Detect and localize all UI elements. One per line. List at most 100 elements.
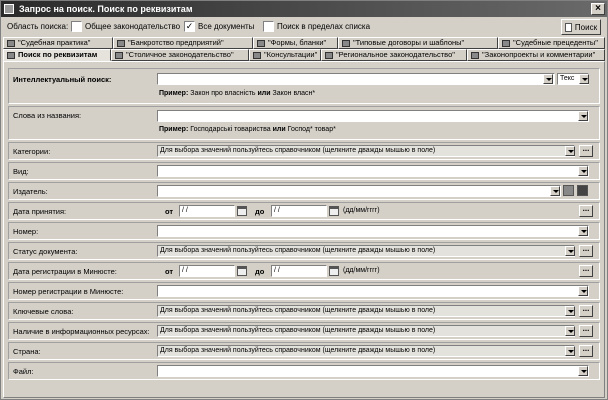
adoption-date-from[interactable]: / / [179,205,235,217]
calendar-icon[interactable] [329,266,339,276]
tab-precedents[interactable]: "Судебные прецеденты" [498,37,605,49]
calendar-icon[interactable] [329,206,339,216]
categories-dropdown[interactable] [565,146,575,156]
row-country: Страна: Для выбора значений пользуйтесь … [8,342,600,360]
tab-icon [253,52,261,59]
intellectual-example: Пример: Закон про власність или Закон вл… [159,90,316,97]
tab-court-practice[interactable]: "Судебная практика" [3,37,113,49]
keywords-dropdown[interactable] [565,306,575,316]
row-keywords: Ключевые слова: Для выбора значений поль… [8,302,600,320]
title-bar: Запрос на поиск. Поиск по реквизитам × [1,1,607,17]
window-title: Запрос на поиск. Поиск по реквизитам [19,4,193,14]
tab-capital-law[interactable]: "Столичное законодательство" [111,49,249,61]
file-dropdown[interactable] [578,366,588,376]
title-words-dropdown[interactable] [578,111,588,121]
row-adoption-date: Дата принятия: от / / до / / (дд/мм/гггг… [8,202,600,220]
title-words-input[interactable] [157,110,589,122]
row-title-words: Слова из названия: Пример: Господарські … [8,106,600,140]
publisher-dropdown[interactable] [550,186,560,196]
categories-field[interactable]: Для выбора значений пользуйтесь справочн… [157,145,575,157]
tab-icon [7,52,15,59]
info-resources-more-button[interactable]: ... [579,325,593,337]
row-registration-date: Дата регистрации в Минюсте: от / / до / … [8,262,600,280]
tab-draft-laws[interactable]: "Законопроекты и комментарии" [467,49,605,61]
number-field[interactable] [157,225,589,237]
date-format-hint: (дд/мм/гггг) [343,207,380,214]
form-panel: Интеллектуальный поиск: Текс Пример: Зак… [3,61,605,398]
tab-icon [325,52,333,59]
tab-row-1: "Судебная практика" "Банкротство предпри… [3,37,605,49]
row-registration-number: Номер регистрации в Минюсте: [8,282,600,300]
publisher-field[interactable] [157,185,561,197]
keywords-more-button[interactable]: ... [579,305,593,317]
app-icon [4,4,14,14]
status-dropdown[interactable] [565,246,575,256]
intellectual-search-dropdown[interactable] [543,74,553,84]
tab-search-by-details[interactable]: Поиск по реквизитам [3,49,111,61]
date-format-hint: (дд/мм/гггг) [343,267,380,274]
scope-label: Область поиска: [7,22,69,31]
status-more-button[interactable]: ... [579,245,593,257]
date-to-label: до [255,207,265,216]
tab-icon [257,40,265,47]
kind-dropdown[interactable] [578,166,588,176]
info-resources-field[interactable]: Для выбора значений пользуйтесь справочн… [157,325,575,337]
title-words-label: Слова из названия: [13,111,82,120]
checkbox-box-checked[interactable]: ✓ [184,21,195,32]
calendar-icon[interactable] [237,206,247,216]
tab-contracts[interactable]: "Типовые договоры и шаблоны" [338,37,498,49]
file-label: Файл: [13,367,34,376]
row-kind: Вид: [8,162,600,180]
tab-icon [502,40,510,47]
number-label: Номер: [13,227,39,236]
registration-date-from[interactable]: / / [179,265,235,277]
registration-number-dropdown[interactable] [578,286,588,296]
registration-number-label: Номер регистрации в Минюсте: [13,287,124,296]
checkbox-box[interactable] [71,21,82,32]
checkbox-box[interactable] [263,21,274,32]
registration-date-more-button[interactable]: ... [579,265,593,277]
publisher-building-icon[interactable] [577,185,588,196]
file-field[interactable] [157,365,589,377]
country-field[interactable]: Для выбора значений пользуйтесь справочн… [157,345,575,357]
kind-field[interactable] [157,165,589,177]
tab-bankruptcy[interactable]: "Банкротство предприятий" [113,37,253,49]
tab-icon [7,40,15,47]
kind-label: Вид: [13,167,29,176]
tab-forms[interactable]: "Формы, бланки" [253,37,338,49]
close-button[interactable]: × [591,3,605,15]
info-resources-label: Наличие в информационных ресурсах: [13,327,150,336]
adoption-date-to[interactable]: / / [271,205,327,217]
scope-general-checkbox[interactable]: Общее законодательство [71,21,180,32]
number-dropdown[interactable] [578,226,588,236]
intellectual-search-input[interactable] [157,73,555,85]
keywords-field[interactable]: Для выбора значений пользуйтесь справочн… [157,305,575,317]
search-scope-row: Область поиска: Общее законодательство ✓… [1,18,607,36]
row-categories: Категории: Для выбора значений пользуйте… [8,142,600,160]
row-number: Номер: [8,222,600,240]
calendar-icon[interactable] [237,266,247,276]
tab-consultations[interactable]: "Консультации" [249,49,321,61]
categories-more-button[interactable]: ... [579,145,593,157]
country-label: Страна: [13,347,41,356]
status-field[interactable]: Для выбора значений пользуйтесь справочн… [157,245,575,257]
publisher-label: Издатель: [13,187,48,196]
tab-regional-law[interactable]: "Региональное законодательство" [321,49,467,61]
adoption-date-more-button[interactable]: ... [579,205,593,217]
row-file: Файл: [8,362,600,380]
registration-number-field[interactable] [157,285,589,297]
row-publisher: Издатель: [8,182,600,200]
country-dropdown[interactable] [565,346,575,356]
search-button[interactable]: Поиск [561,19,601,35]
tab-icon [471,52,479,59]
scope-in-list-checkbox[interactable]: Поиск в пределах списка [263,21,370,32]
title-example: Пример: Господарські товариства или Госп… [159,126,336,133]
publisher-org-icon[interactable] [563,185,574,196]
scope-all-docs-checkbox[interactable]: ✓ Все документы [184,21,254,32]
info-resources-dropdown[interactable] [565,326,575,336]
row-intellectual-search: Интеллектуальный поиск: Текс Пример: Зак… [8,68,600,104]
country-more-button[interactable]: ... [579,345,593,357]
language-dropdown[interactable] [579,74,589,84]
registration-date-to[interactable]: / / [271,265,327,277]
status-label: Статус документа: [13,247,78,256]
